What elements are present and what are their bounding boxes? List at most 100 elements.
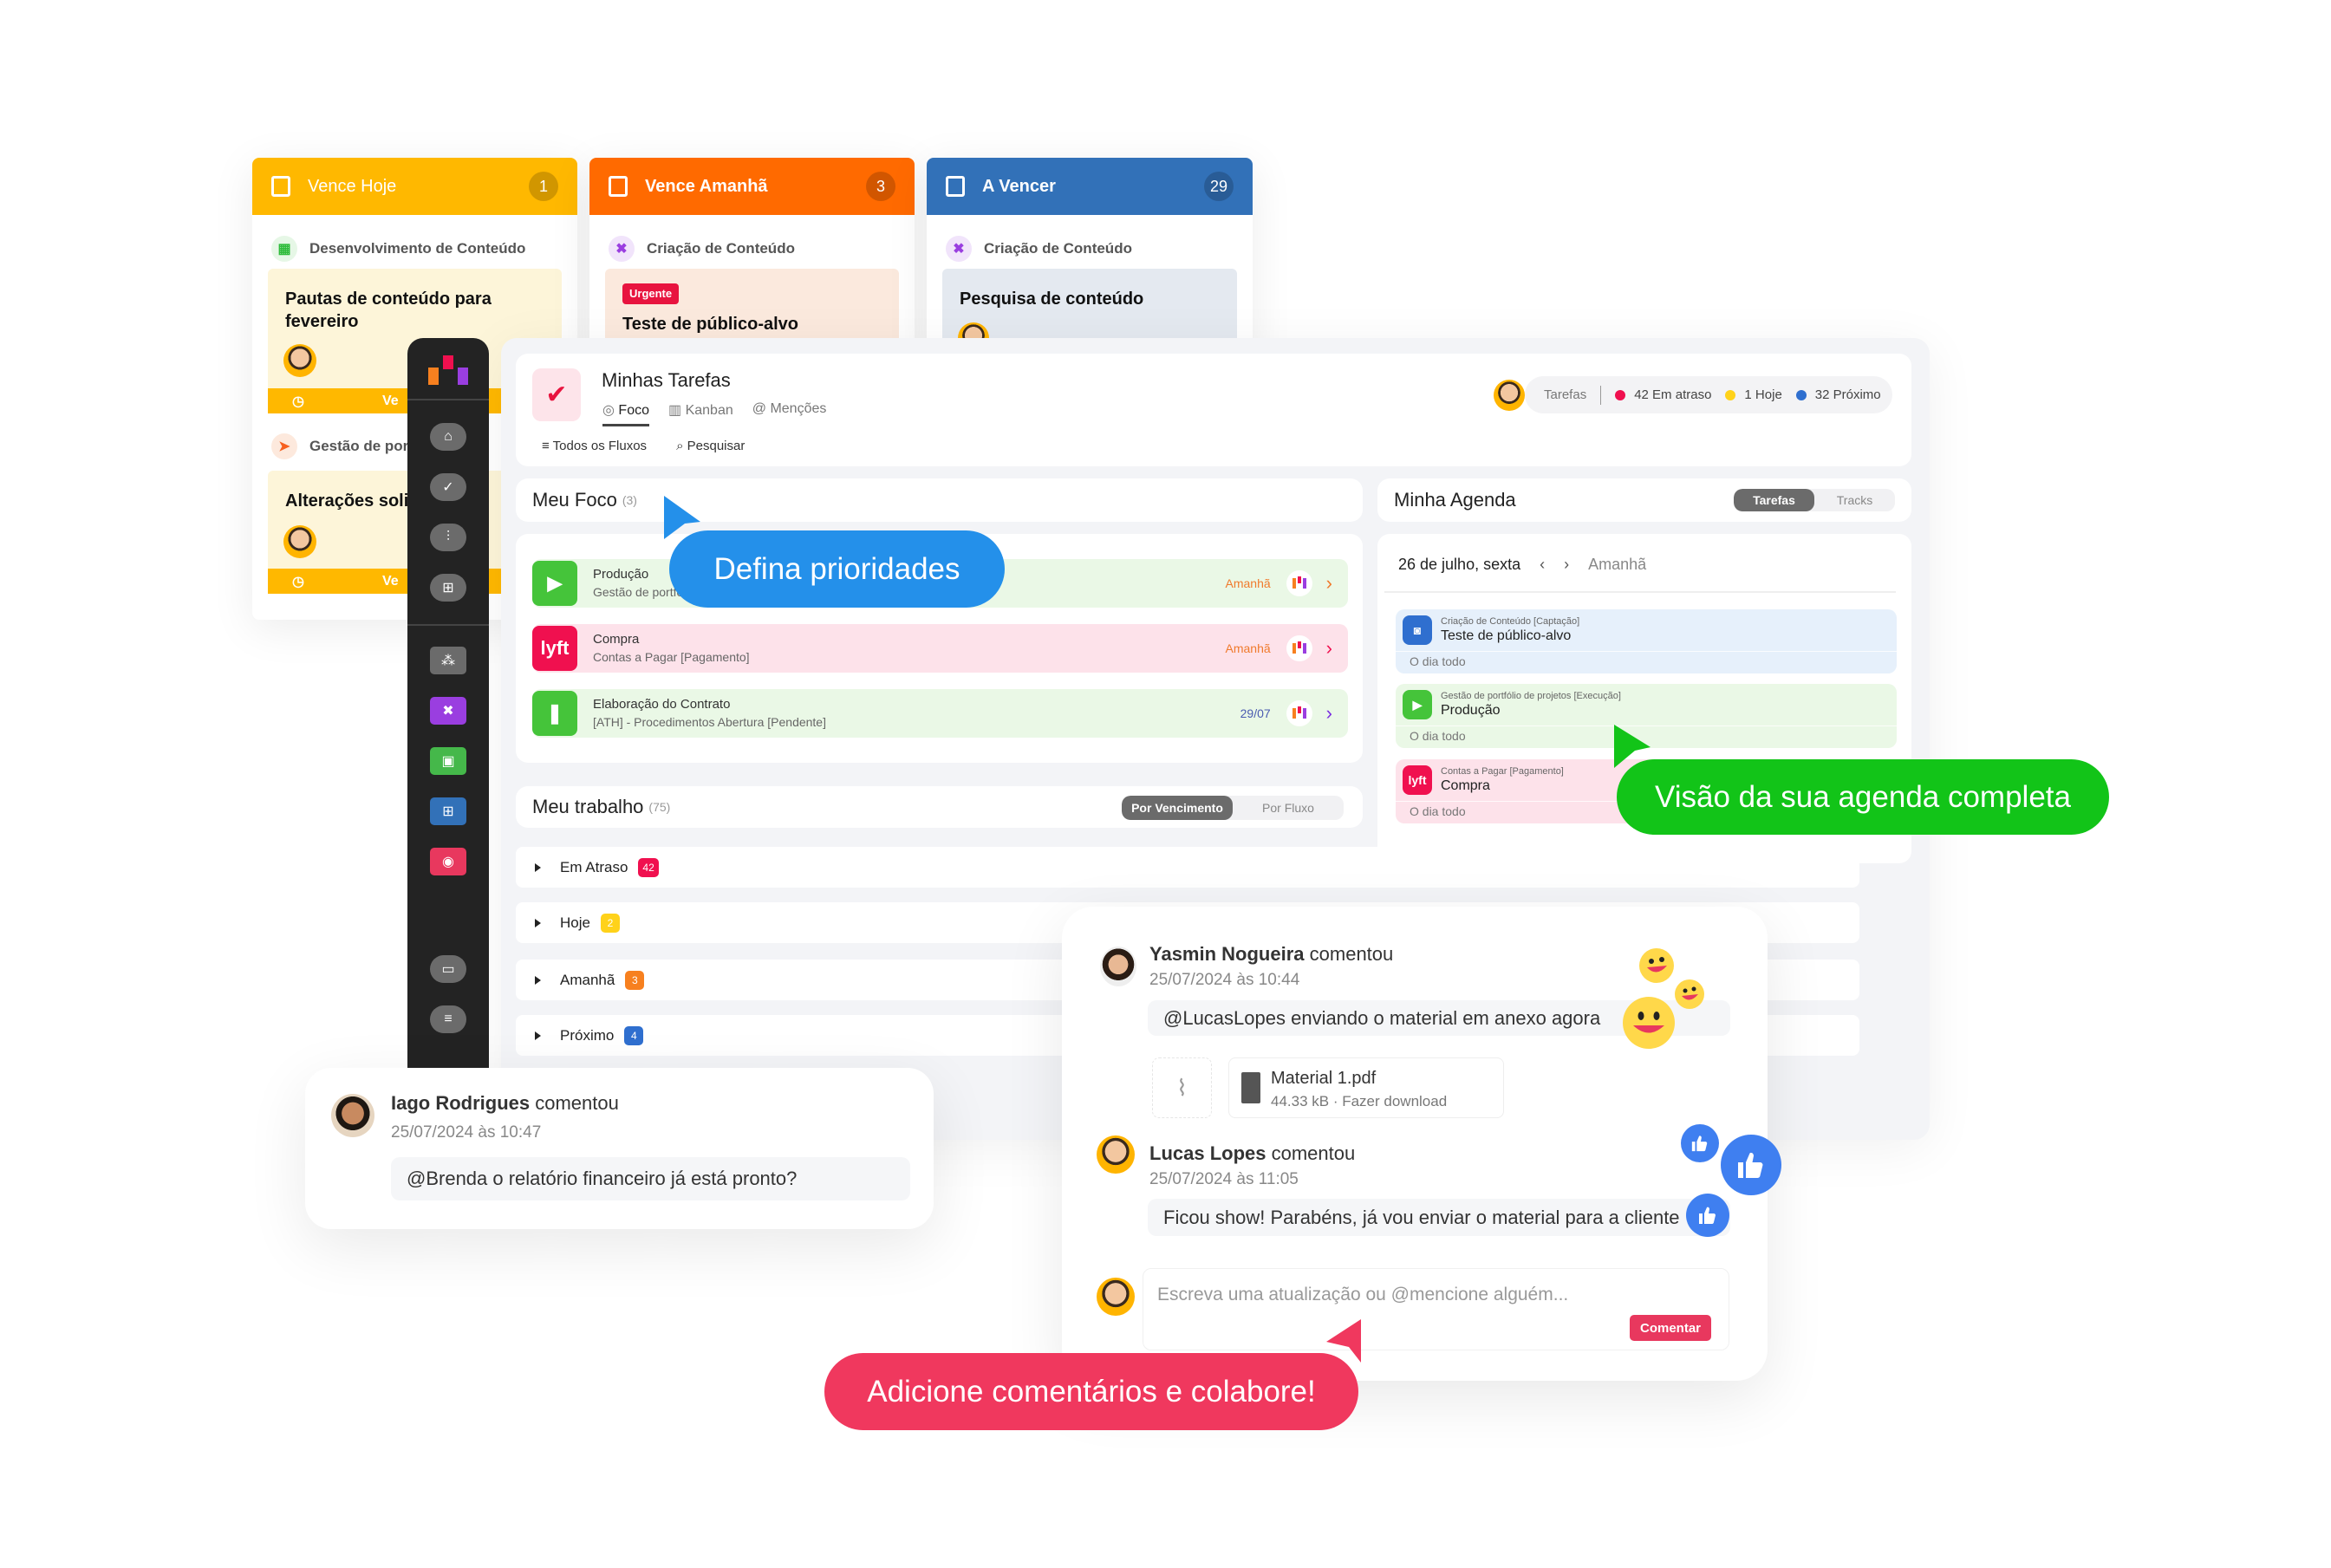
event-title: Produção: [1441, 703, 1501, 718]
next-day-label[interactable]: Amanhã: [1588, 556, 1646, 574]
check-icon[interactable]: ✓: [430, 473, 466, 501]
caret-right-icon: [535, 862, 541, 872]
store-icon[interactable]: ▭: [430, 955, 466, 983]
comment-button[interactable]: Comentar: [1630, 1315, 1711, 1341]
search-button[interactable]: ⌕ Pesquisar: [676, 439, 745, 453]
menu-icon[interactable]: ≡: [430, 1005, 466, 1033]
section-title: Meu trabalho: [532, 796, 644, 817]
sort-by-due[interactable]: Por Vencimento: [1122, 796, 1233, 820]
comment-date: 25/07/2024 às 11:05: [1149, 1170, 1299, 1188]
comment-input[interactable]: Escreva uma atualização ou @mencione alg…: [1143, 1268, 1729, 1350]
column-header[interactable]: A Vencer 29: [927, 158, 1253, 215]
event-flow: Criação de Conteúdo [Captação]: [1441, 616, 1580, 627]
table-icon[interactable]: ⊞: [430, 574, 466, 602]
comment-date: 25/07/2024 às 10:47: [391, 1123, 542, 1142]
column-title: Vence Amanhã: [645, 176, 768, 196]
camera-icon: ◙: [1403, 615, 1432, 645]
column-header[interactable]: Vence Hoje 1: [252, 158, 577, 215]
author-name: Yasmin Nogueira: [1149, 943, 1305, 965]
cubes-icon[interactable]: ⁂: [430, 647, 466, 674]
comment-date: 25/07/2024 às 10:44: [1149, 971, 1300, 989]
chevron-right-icon[interactable]: ›: [1326, 572, 1332, 595]
file-meta[interactable]: 44.33 kB · Fazer download: [1271, 1093, 1447, 1110]
attach-icon[interactable]: ⌇: [1152, 1057, 1212, 1118]
kanban-icon: ▥: [668, 403, 682, 418]
money-icon[interactable]: ▣: [430, 747, 466, 775]
avatar[interactable]: [1494, 380, 1525, 411]
footer-text: Ve: [381, 573, 399, 589]
sort-by-flow[interactable]: Por Fluxo: [1233, 796, 1344, 820]
target-icon: ◎: [602, 403, 615, 418]
column-title: A Vencer: [982, 176, 1056, 196]
caret-right-icon: [535, 1031, 541, 1040]
flow-icon: [1286, 700, 1312, 726]
rocket-icon: ➤: [271, 433, 297, 459]
comment-verb: comentou: [1271, 1142, 1356, 1164]
agenda-header: Minha Agenda Tarefas Tracks: [1377, 478, 1911, 522]
kanban-column-vence-amanha: Vence Amanhã 3 ✖ Criação de Conteúdo Urgen…: [589, 158, 915, 366]
search-label: Pesquisar: [687, 439, 746, 453]
cash-icon[interactable]: ◉: [430, 848, 466, 875]
caret-right-icon: [535, 918, 541, 927]
grid-icon[interactable]: ⊞: [430, 797, 466, 825]
tools-icon: ✖: [946, 236, 972, 262]
caret-right-icon: [535, 975, 541, 985]
agenda-toggle[interactable]: Tarefas Tracks: [1734, 489, 1895, 511]
focus-header: Meu Foco (3): [516, 478, 1363, 522]
flows-icon[interactable]: ⫶: [430, 524, 466, 551]
work-header: Meu trabalho (75) Por Vencimento Por Fluxo: [516, 786, 1363, 828]
chevron-right-icon[interactable]: ›: [1326, 637, 1332, 660]
event-time: O dia todo: [1410, 804, 1466, 818]
play-icon: ▶: [1403, 690, 1432, 719]
tab-tarefas[interactable]: Tarefas: [1734, 489, 1814, 511]
section-title: Minha Agenda: [1394, 489, 1516, 511]
item-date: 29/07: [1240, 706, 1271, 720]
group-label: Próximo: [560, 1026, 615, 1044]
focus-item[interactable]: ❚ Elaboração do Contrato [ATH] - Procedim…: [532, 689, 1348, 738]
tab-label: Foco: [618, 403, 649, 418]
attachment-file[interactable]: Material 1.pdf 44.33 kB · Fazer download: [1228, 1057, 1504, 1118]
chevron-left-icon[interactable]: ‹: [1540, 556, 1545, 574]
tab-kanban[interactable]: ▥ Kanban: [668, 401, 733, 426]
column-header[interactable]: Vence Amanhã 3: [589, 158, 915, 215]
task-title: Alterações soli: [285, 491, 409, 511]
work-sort-toggle[interactable]: Por Vencimento Por Fluxo: [1122, 796, 1344, 820]
group-label: Em Atraso: [560, 858, 628, 875]
tab-mencoes[interactable]: @ Menções: [752, 401, 827, 426]
author-name: Lucas Lopes: [1149, 1142, 1266, 1164]
tab-label: Kanban: [685, 403, 733, 418]
task-stats[interactable]: Tarefas 42 Em atraso 1 Hoje 32 Próximo: [1525, 376, 1892, 413]
sidebar: ⌂ ✓ ⫶ ⊞ ⁂ ✖ ▣ ⊞ ◉ ▭ ≡: [407, 338, 489, 1068]
flow-name: Criação de Conteúdo: [647, 240, 795, 257]
calendar-icon: ▦: [271, 236, 297, 262]
avatar: [1100, 947, 1136, 986]
brand-icon: lyft: [532, 626, 577, 671]
flow-label: ▦ Desenvolvimento de Conteúdo: [271, 236, 525, 262]
filter-icon: ≡: [542, 439, 550, 453]
tab-tracks[interactable]: Tracks: [1814, 489, 1895, 511]
group-label: Amanhã: [560, 971, 615, 988]
view-tabs: ◎ Foco ▥ Kanban @ Menções: [602, 401, 826, 426]
tab-foco[interactable]: ◎ Foco: [602, 401, 649, 426]
group-count: 4: [624, 1025, 644, 1045]
chevron-right-icon[interactable]: ›: [1326, 702, 1332, 725]
agenda-event[interactable]: ◙ Criação de Conteúdo [Captação] Teste d…: [1396, 609, 1897, 673]
logo-icon[interactable]: [428, 355, 468, 387]
focus-item[interactable]: lyft Compra Contas a Pagar [Pagamento] Am…: [532, 624, 1348, 673]
avatar: [1097, 1278, 1135, 1316]
flow-name: Criação de Conteúdo: [984, 240, 1132, 257]
comment-verb: comentou: [535, 1092, 619, 1114]
all-flows-filter[interactable]: ≡ Todos os Fluxos: [542, 439, 647, 453]
clock-icon: ◷: [292, 574, 304, 589]
comment-text: @Brenda o relatório financeiro já está p…: [391, 1157, 910, 1200]
bookmark-icon: ❚: [532, 691, 577, 736]
flow-name: Desenvolvimento de Conteúdo: [309, 240, 526, 257]
home-icon[interactable]: ⌂: [430, 423, 466, 451]
tools-icon: ✖: [609, 236, 635, 262]
flow-label: ✖ Criação de Conteúdo: [946, 236, 1132, 262]
chevron-right-icon[interactable]: ›: [1564, 556, 1569, 574]
group-label: Hoje: [560, 914, 590, 931]
item-title: Compra: [593, 632, 640, 647]
tools-icon[interactable]: ✖: [430, 697, 466, 725]
group-count: 42: [638, 857, 659, 877]
